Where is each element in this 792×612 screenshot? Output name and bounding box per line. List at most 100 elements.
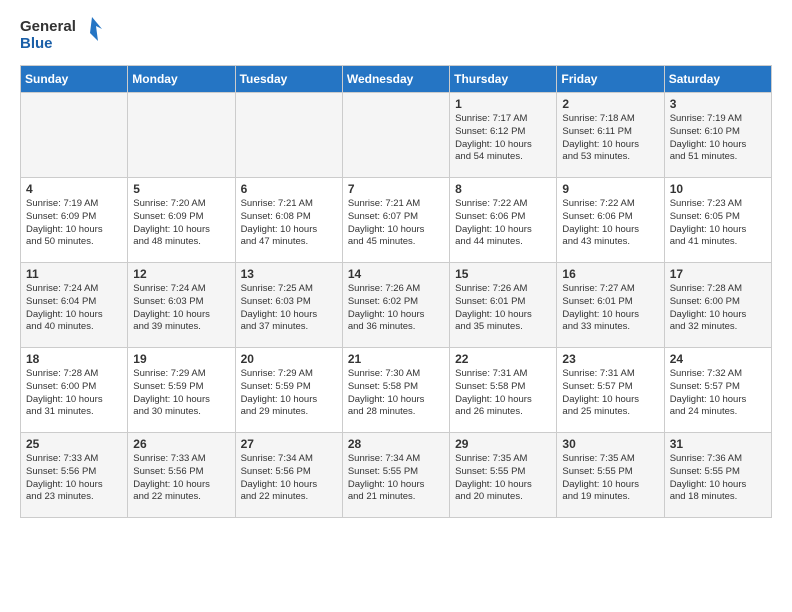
calendar-cell: 16 Sunrise: 7:27 AM Sunset: 6:01 PM Dayli…	[557, 263, 664, 348]
weekday-header-friday: Friday	[557, 66, 664, 93]
calendar-cell: 22Sunrise: 7:31 AM Sunset: 5:58 PM Dayli…	[450, 348, 557, 433]
calendar-cell: 31 Sunrise: 7:36 AM Sunset: 5:55 PM Dayli…	[664, 433, 771, 518]
day-info: Sunrise: 7:19 AM Sunset: 6:09 PM Dayligh…	[26, 198, 122, 249]
day-number: 24	[670, 352, 766, 366]
calendar-cell: 7 Sunrise: 7:21 AM Sunset: 6:07 PM Daylig…	[342, 178, 449, 263]
calendar-cell: 9Sunrise: 7:22 AM Sunset: 6:06 PM Daylig…	[557, 178, 664, 263]
day-number: 2	[562, 97, 658, 111]
day-number: 23	[562, 352, 658, 366]
day-number: 3	[670, 97, 766, 111]
day-number: 11	[26, 267, 122, 281]
day-info: Sunrise: 7:36 AM Sunset: 5:55 PM Dayligh…	[670, 453, 766, 504]
day-info: Sunrise: 7:33 AM Sunset: 5:56 PM Dayligh…	[133, 453, 229, 504]
day-info: Sunrise: 7:21 AM Sunset: 6:07 PM Dayligh…	[348, 198, 444, 249]
calendar-week-row: 25Sunrise: 7:33 AM Sunset: 5:56 PM Dayli…	[21, 433, 772, 518]
calendar-week-row: 4 Sunrise: 7:19 AM Sunset: 6:09 PM Daylig…	[21, 178, 772, 263]
logo: GeneralBlue	[20, 15, 110, 55]
day-number: 18	[26, 352, 122, 366]
svg-text:General: General	[20, 18, 76, 35]
day-info: Sunrise: 7:34 AM Sunset: 5:55 PM Dayligh…	[348, 453, 444, 504]
day-info: Sunrise: 7:25 AM Sunset: 6:03 PM Dayligh…	[241, 283, 337, 334]
calendar-cell: 28 Sunrise: 7:34 AM Sunset: 5:55 PM Dayli…	[342, 433, 449, 518]
day-number: 4	[26, 182, 122, 196]
calendar-table: SundayMondayTuesdayWednesdayThursdayFrid…	[20, 65, 772, 518]
day-number: 15	[455, 267, 551, 281]
day-number: 14	[348, 267, 444, 281]
calendar-cell	[342, 93, 449, 178]
calendar-cell: 17 Sunrise: 7:28 AM Sunset: 6:00 PM Dayli…	[664, 263, 771, 348]
day-number: 26	[133, 437, 229, 451]
calendar-cell: 12 Sunrise: 7:24 AM Sunset: 6:03 PM Dayli…	[128, 263, 235, 348]
weekday-header-tuesday: Tuesday	[235, 66, 342, 93]
calendar-cell: 8 Sunrise: 7:22 AM Sunset: 6:06 PM Daylig…	[450, 178, 557, 263]
calendar-cell: 10Sunrise: 7:23 AM Sunset: 6:05 PM Dayli…	[664, 178, 771, 263]
day-info: Sunrise: 7:29 AM Sunset: 5:59 PM Dayligh…	[133, 368, 229, 419]
day-number: 29	[455, 437, 551, 451]
day-info: Sunrise: 7:35 AM Sunset: 5:55 PM Dayligh…	[455, 453, 551, 504]
day-number: 12	[133, 267, 229, 281]
page-header: GeneralBlue	[20, 15, 772, 55]
day-number: 31	[670, 437, 766, 451]
calendar-cell: 27Sunrise: 7:34 AM Sunset: 5:56 PM Dayli…	[235, 433, 342, 518]
calendar-cell: 24Sunrise: 7:32 AM Sunset: 5:57 PM Dayli…	[664, 348, 771, 433]
day-number: 28	[348, 437, 444, 451]
calendar-week-row: 11 Sunrise: 7:24 AM Sunset: 6:04 PM Dayli…	[21, 263, 772, 348]
day-number: 16	[562, 267, 658, 281]
day-number: 17	[670, 267, 766, 281]
day-info: Sunrise: 7:26 AM Sunset: 6:02 PM Dayligh…	[348, 283, 444, 334]
day-info: Sunrise: 7:26 AM Sunset: 6:01 PM Dayligh…	[455, 283, 551, 334]
calendar-cell: 14 Sunrise: 7:26 AM Sunset: 6:02 PM Dayli…	[342, 263, 449, 348]
calendar-cell: 15 Sunrise: 7:26 AM Sunset: 6:01 PM Dayli…	[450, 263, 557, 348]
day-number: 8	[455, 182, 551, 196]
calendar-cell	[235, 93, 342, 178]
calendar-cell: 2Sunrise: 7:18 AM Sunset: 6:11 PM Daylig…	[557, 93, 664, 178]
calendar-cell: 3 Sunrise: 7:19 AM Sunset: 6:10 PM Daylig…	[664, 93, 771, 178]
weekday-header-row: SundayMondayTuesdayWednesdayThursdayFrid…	[21, 66, 772, 93]
svg-text:Blue: Blue	[20, 35, 53, 52]
day-info: Sunrise: 7:31 AM Sunset: 5:57 PM Dayligh…	[562, 368, 658, 419]
day-info: Sunrise: 7:19 AM Sunset: 6:10 PM Dayligh…	[670, 113, 766, 164]
calendar-cell: 4 Sunrise: 7:19 AM Sunset: 6:09 PM Daylig…	[21, 178, 128, 263]
day-info: Sunrise: 7:24 AM Sunset: 6:04 PM Dayligh…	[26, 283, 122, 334]
day-info: Sunrise: 7:30 AM Sunset: 5:58 PM Dayligh…	[348, 368, 444, 419]
day-info: Sunrise: 7:21 AM Sunset: 6:08 PM Dayligh…	[241, 198, 337, 249]
day-info: Sunrise: 7:23 AM Sunset: 6:05 PM Dayligh…	[670, 198, 766, 249]
day-info: Sunrise: 7:28 AM Sunset: 6:00 PM Dayligh…	[670, 283, 766, 334]
day-number: 22	[455, 352, 551, 366]
weekday-header-thursday: Thursday	[450, 66, 557, 93]
calendar-cell: 21 Sunrise: 7:30 AM Sunset: 5:58 PM Dayli…	[342, 348, 449, 433]
weekday-header-sunday: Sunday	[21, 66, 128, 93]
calendar-cell: 20Sunrise: 7:29 AM Sunset: 5:59 PM Dayli…	[235, 348, 342, 433]
weekday-header-wednesday: Wednesday	[342, 66, 449, 93]
day-number: 1	[455, 97, 551, 111]
day-number: 27	[241, 437, 337, 451]
calendar-cell	[128, 93, 235, 178]
day-info: Sunrise: 7:27 AM Sunset: 6:01 PM Dayligh…	[562, 283, 658, 334]
day-info: Sunrise: 7:22 AM Sunset: 6:06 PM Dayligh…	[455, 198, 551, 249]
day-number: 9	[562, 182, 658, 196]
logo-svg: GeneralBlue	[20, 15, 110, 55]
day-info: Sunrise: 7:17 AM Sunset: 6:12 PM Dayligh…	[455, 113, 551, 164]
calendar-week-row: 1 Sunrise: 7:17 AM Sunset: 6:12 PM Daylig…	[21, 93, 772, 178]
calendar-cell	[21, 93, 128, 178]
day-number: 19	[133, 352, 229, 366]
day-number: 6	[241, 182, 337, 196]
day-info: Sunrise: 7:24 AM Sunset: 6:03 PM Dayligh…	[133, 283, 229, 334]
weekday-header-saturday: Saturday	[664, 66, 771, 93]
calendar-week-row: 18Sunrise: 7:28 AM Sunset: 6:00 PM Dayli…	[21, 348, 772, 433]
weekday-header-monday: Monday	[128, 66, 235, 93]
calendar-cell: 1 Sunrise: 7:17 AM Sunset: 6:12 PM Daylig…	[450, 93, 557, 178]
day-info: Sunrise: 7:35 AM Sunset: 5:55 PM Dayligh…	[562, 453, 658, 504]
day-info: Sunrise: 7:29 AM Sunset: 5:59 PM Dayligh…	[241, 368, 337, 419]
calendar-cell: 26 Sunrise: 7:33 AM Sunset: 5:56 PM Dayli…	[128, 433, 235, 518]
calendar-cell: 23 Sunrise: 7:31 AM Sunset: 5:57 PM Dayli…	[557, 348, 664, 433]
day-info: Sunrise: 7:33 AM Sunset: 5:56 PM Dayligh…	[26, 453, 122, 504]
calendar-cell: 29 Sunrise: 7:35 AM Sunset: 5:55 PM Dayli…	[450, 433, 557, 518]
day-number: 21	[348, 352, 444, 366]
calendar-cell: 6 Sunrise: 7:21 AM Sunset: 6:08 PM Daylig…	[235, 178, 342, 263]
day-number: 7	[348, 182, 444, 196]
calendar-cell: 13 Sunrise: 7:25 AM Sunset: 6:03 PM Dayli…	[235, 263, 342, 348]
day-number: 13	[241, 267, 337, 281]
day-info: Sunrise: 7:20 AM Sunset: 6:09 PM Dayligh…	[133, 198, 229, 249]
calendar-body: 1 Sunrise: 7:17 AM Sunset: 6:12 PM Daylig…	[21, 93, 772, 518]
